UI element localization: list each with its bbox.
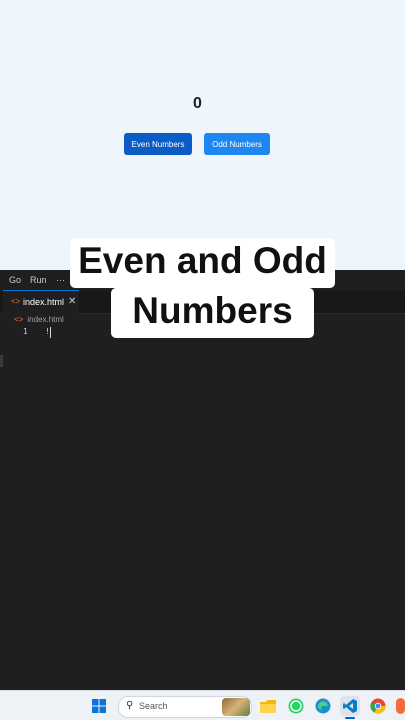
screen: 0 Even Numbers Odd Numbers Go Run ··· <>… xyxy=(0,0,405,720)
taskbar: ⚲ Search xyxy=(0,690,405,720)
search-placeholder: Search xyxy=(139,701,168,711)
html-file-icon: <> xyxy=(11,297,21,306)
whatsapp-icon[interactable] xyxy=(286,696,306,716)
line-number: 1 xyxy=(23,327,28,336)
even-numbers-button[interactable]: Even Numbers xyxy=(124,133,192,155)
browser-preview: 0 Even Numbers Odd Numbers xyxy=(0,0,405,270)
menu-run[interactable]: Run xyxy=(30,275,47,285)
close-icon[interactable]: ✕ xyxy=(68,296,76,307)
scroll-indicator xyxy=(0,355,3,367)
tab-index-html[interactable]: <> index.html ✕ xyxy=(3,290,79,314)
tab-label: index.html xyxy=(23,297,65,307)
windows-start-icon[interactable] xyxy=(89,696,109,716)
menu-more[interactable]: ··· xyxy=(56,275,65,285)
folder-icon[interactable] xyxy=(258,696,278,716)
edge-browser-icon[interactable] xyxy=(313,696,333,716)
html-file-icon: <> xyxy=(14,315,24,324)
breadcrumb[interactable]: <> index.html xyxy=(14,315,64,324)
chrome-icon[interactable] xyxy=(368,696,388,716)
odd-numbers-button[interactable]: Odd Numbers xyxy=(204,133,270,155)
breadcrumb-label: index.html xyxy=(27,315,64,324)
search-highlight-image xyxy=(222,698,250,716)
menu-go[interactable]: Go xyxy=(9,275,21,285)
active-app-indicator xyxy=(345,717,355,719)
vscode-icon[interactable] xyxy=(340,696,360,716)
counter-value: 0 xyxy=(193,95,202,112)
search-icon: ⚲ xyxy=(126,700,134,711)
caption-line-1: Even and Odd xyxy=(70,238,335,288)
caption-line-2: Numbers xyxy=(111,288,314,338)
app-icon-partial[interactable] xyxy=(396,696,405,716)
text-cursor xyxy=(50,327,51,338)
taskbar-search[interactable]: ⚲ Search xyxy=(118,696,252,718)
